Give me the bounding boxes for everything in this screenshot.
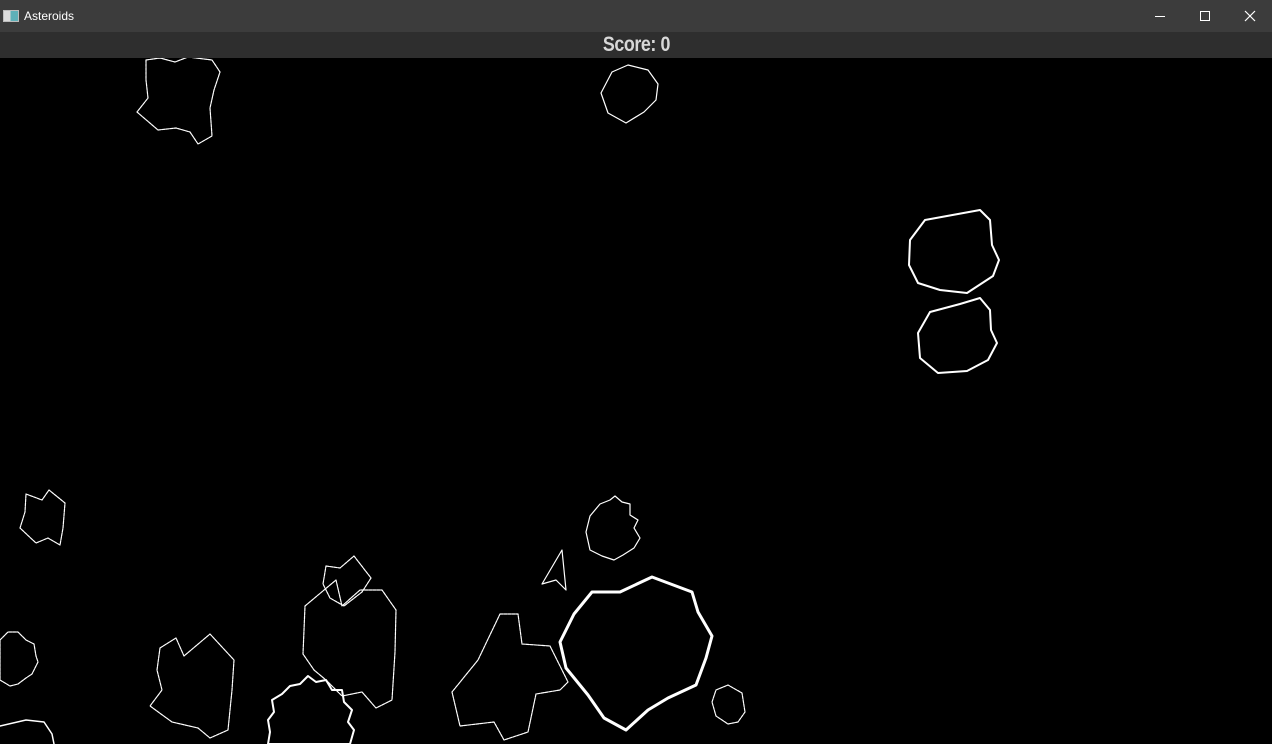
- asteroid: [267, 675, 355, 744]
- maximize-icon: [1199, 11, 1210, 21]
- asteroid: [585, 495, 641, 561]
- asteroid: [19, 489, 66, 546]
- minimize-button[interactable]: [1137, 0, 1182, 32]
- close-icon: [1244, 10, 1255, 22]
- asteroid: [136, 58, 221, 145]
- game-window: Asteroids Score: 0: [0, 0, 1272, 744]
- game-canvas[interactable]: [0, 58, 1272, 744]
- score-label: Score: 0: [602, 33, 670, 56]
- asteroid: [302, 579, 397, 709]
- score-bar: Score: 0: [0, 32, 1272, 58]
- asteroid: [0, 719, 55, 744]
- asteroid: [600, 64, 659, 124]
- title-bar[interactable]: Asteroids: [0, 0, 1272, 32]
- asteroid: [451, 613, 569, 741]
- window-title: Asteroids: [24, 9, 75, 23]
- asteroid: [908, 209, 1000, 294]
- asteroid: [711, 684, 746, 725]
- asteroid: [0, 631, 39, 687]
- game-scene: [0, 58, 1000, 744]
- player-ship: [541, 549, 567, 591]
- close-button[interactable]: [1227, 0, 1272, 32]
- minimize-icon: [1154, 16, 1165, 17]
- asteroid: [917, 297, 998, 374]
- window-controls: [1137, 0, 1272, 32]
- asteroid: [322, 555, 372, 607]
- asteroid: [149, 633, 235, 739]
- maximize-button[interactable]: [1182, 0, 1227, 32]
- asteroid: [558, 575, 714, 732]
- app-icon: [3, 10, 19, 22]
